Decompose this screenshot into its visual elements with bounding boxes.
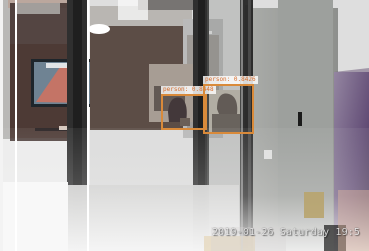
person-detection-box-1: person: 0.8448 [161,86,216,130]
camera-timestamp: 2019-01-26 Saturday 19:5 [212,227,361,238]
person-detection-box-2: person: 0.8426 [203,76,258,134]
camera-frame: person: 0.8448 person: 0.8426 2019-01-26… [0,0,369,251]
person-detection-label-2: person: 0.8426 [203,76,258,84]
